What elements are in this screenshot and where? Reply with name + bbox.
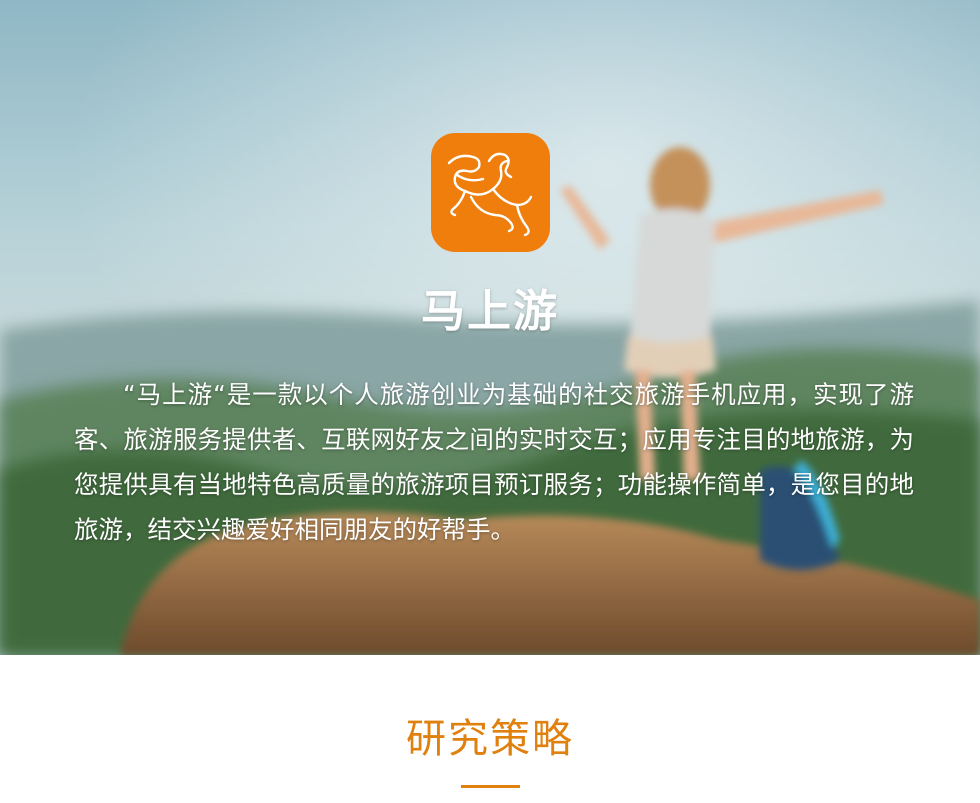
section-divider: [461, 785, 520, 788]
horse-rider-logo-icon: [447, 152, 533, 237]
section-header: 研究策略: [0, 655, 980, 803]
app-name: 马上游: [421, 286, 559, 337]
app-description: “马上游“是一款以个人旅游创业为基础的社交旅游手机应用，实现了游客、旅游服务提供…: [74, 380, 914, 544]
section-title: 研究策略: [406, 716, 574, 762]
hero-banner: 马上游 “马上游“是一款以个人旅游创业为基础的社交旅游手机应用，实现了游客、旅游…: [0, 0, 980, 655]
app-logo-icon: [431, 133, 550, 252]
